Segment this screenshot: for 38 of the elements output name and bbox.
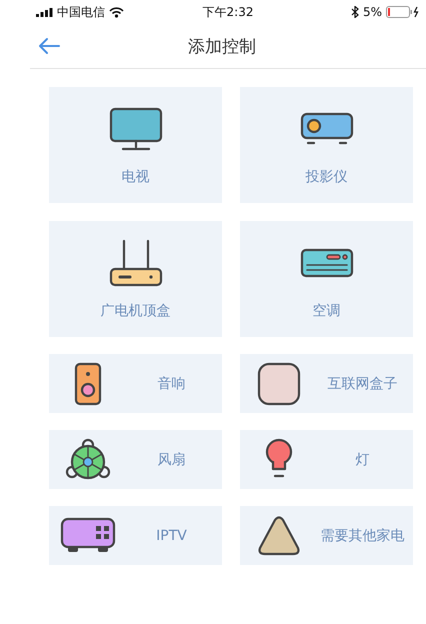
page-title: 添加控制 — [187, 36, 257, 58]
device-label: 空调 — [312, 302, 340, 320]
air-conditioner-icon — [300, 248, 354, 278]
set-top-box-icon — [108, 239, 162, 287]
device-label: 投影仪 — [306, 168, 348, 186]
wifi-icon — [109, 6, 124, 18]
signal-icon — [36, 8, 53, 16]
device-label: 风扇 — [156, 450, 186, 468]
fan-icon — [65, 438, 111, 482]
device-card[interactable]: 投影仪 — [240, 87, 413, 203]
back-arrow-icon — [38, 37, 60, 55]
device-label: 电视 — [122, 168, 150, 186]
bluetooth-icon — [350, 6, 359, 18]
device-label: 广电机顶盒 — [100, 302, 170, 320]
device-card[interactable]: 音响 — [49, 354, 222, 413]
iptv-box-icon — [60, 516, 116, 554]
device-card[interactable]: 电视 — [49, 87, 222, 203]
device-card[interactable]: 空调 — [240, 221, 413, 337]
device-label: 灯 — [354, 450, 370, 468]
device-label: 互联网盒子 — [326, 374, 398, 392]
carrier-name: 中国电信 — [57, 4, 105, 20]
speaker-icon — [74, 362, 102, 406]
battery-icon — [386, 6, 420, 18]
device-card[interactable]: 广电机顶盒 — [49, 221, 222, 337]
device-card[interactable]: 需要其他家电 — [240, 506, 413, 565]
device-card[interactable]: IPTV — [49, 506, 222, 565]
projector-icon — [300, 112, 354, 146]
triangle-icon — [257, 516, 301, 556]
device-card[interactable]: 互联网盒子 — [240, 354, 413, 413]
device-label: 需要其他家电 — [320, 526, 406, 544]
device-label: 音响 — [156, 374, 186, 392]
battery-percent: 5% — [362, 5, 382, 19]
device-card[interactable]: 风扇 — [49, 430, 222, 489]
clock-time: 下午2:32 — [202, 4, 254, 20]
device-card[interactable]: 灯 — [240, 430, 413, 489]
tv-icon — [108, 107, 162, 151]
rounded-square-icon — [257, 362, 301, 406]
device-label: IPTV — [155, 528, 188, 544]
